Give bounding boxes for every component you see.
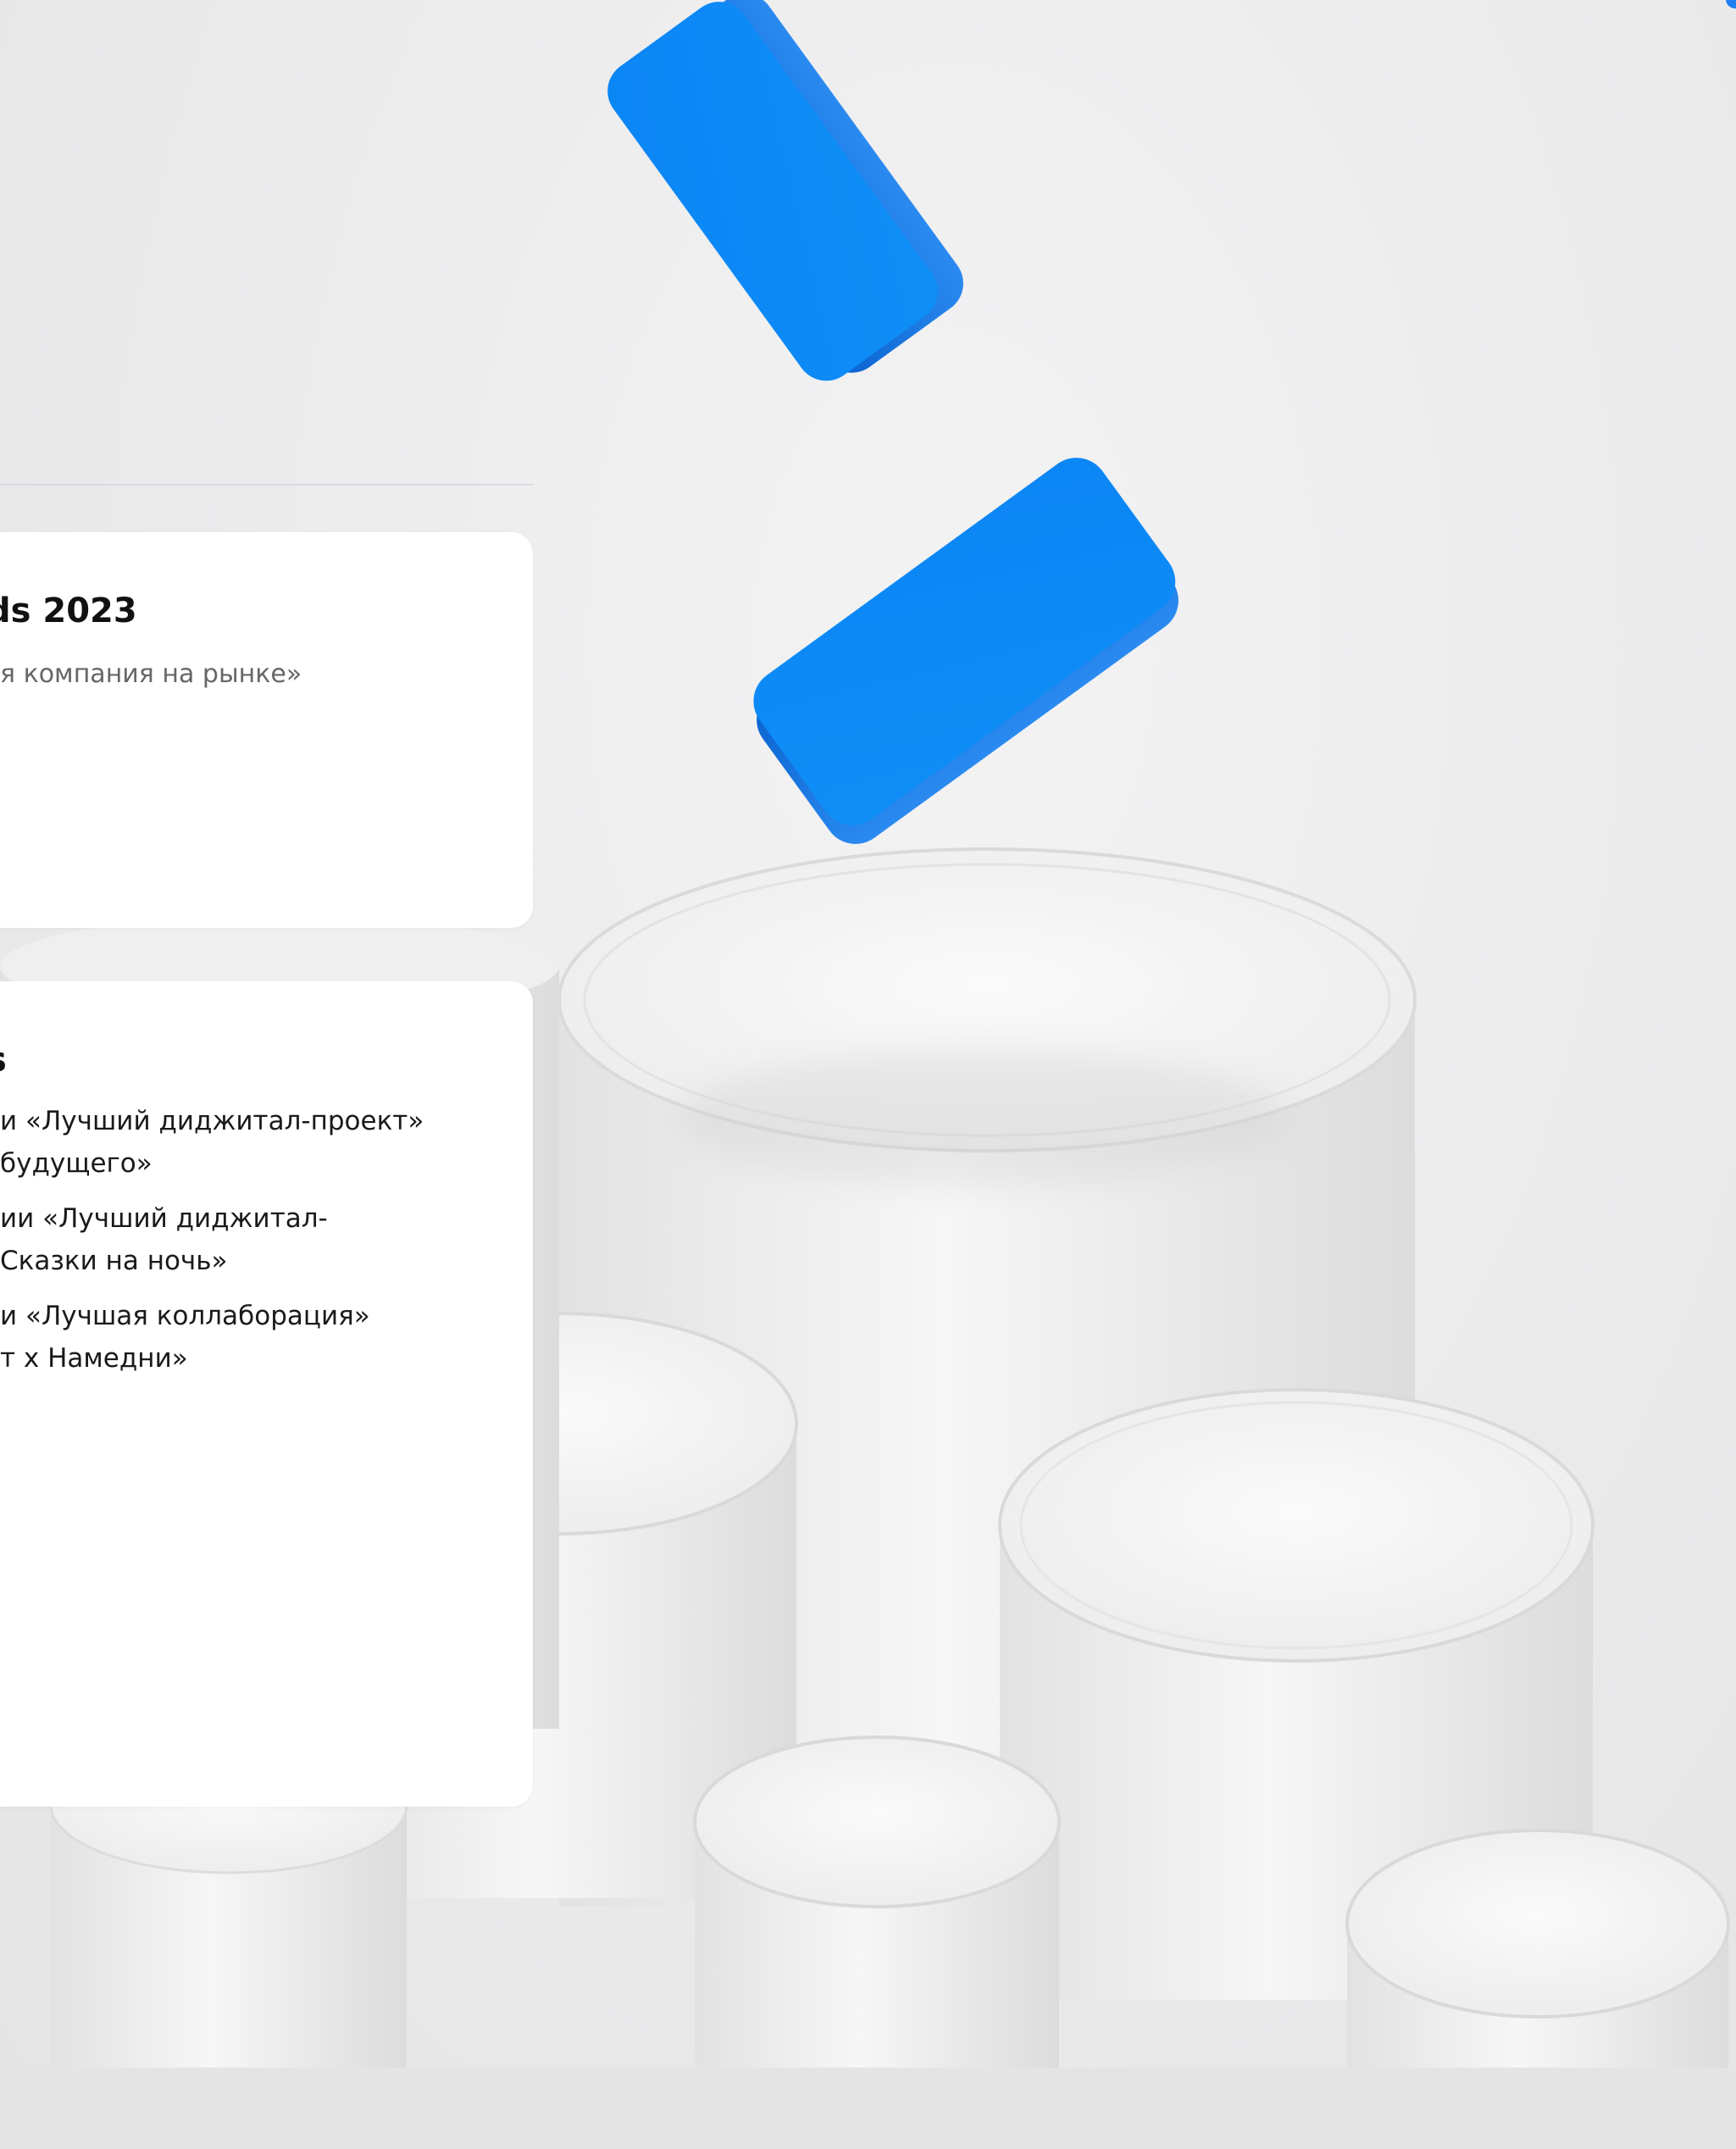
award-card: ds 2023 я компания на рынке» xyxy=(0,532,533,928)
list-item: ии «Лучший диджитал- Сказки на ночь» xyxy=(0,1203,328,1276)
list-item: и «Лучший диджитал-проект» будущего» xyxy=(0,1106,424,1179)
logo-block-lower xyxy=(753,458,1179,844)
award-subtitle: я компания на рынке» xyxy=(0,659,302,689)
award-title: s xyxy=(0,1041,7,1080)
cylinder-small-front xyxy=(693,1735,1061,2093)
logo-block-upper xyxy=(607,0,963,381)
section-divider xyxy=(0,484,533,486)
award-card: s и «Лучший диджитал-проект» будущего» и… xyxy=(0,981,533,1807)
award-list: и «Лучший диджитал-проект» будущего» ии … xyxy=(0,1100,424,1392)
list-item: и «Лучшая коллаборация» т x Намедни» xyxy=(0,1301,370,1374)
award-title: ds 2023 xyxy=(0,591,137,630)
